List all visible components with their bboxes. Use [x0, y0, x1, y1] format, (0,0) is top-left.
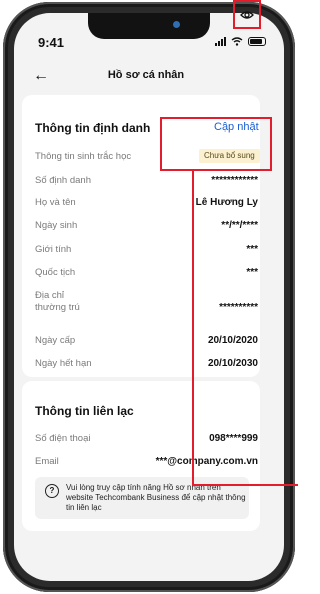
status-icons [215, 36, 266, 46]
device-notch [88, 13, 210, 39]
gender-value: *** [246, 244, 258, 255]
full-name-value: Lê Hương Ly [195, 197, 258, 208]
id-number-label: Số định danh [35, 175, 91, 186]
help-circle-icon: ? [45, 484, 59, 498]
top-app-bar: ← Hồ sơ cá nhân [11, 62, 281, 92]
biometric-status-badge: Chưa bổ sung [199, 149, 260, 163]
camera-dot [173, 21, 180, 28]
biometric-label: Thông tin sinh trắc học [35, 151, 132, 162]
address-label: Địa chỉ thường trú [35, 290, 80, 313]
wifi-icon [231, 36, 243, 46]
annotation-line-vertical [192, 171, 194, 484]
annotation-line-horizontal [192, 484, 298, 486]
expiry-date-value: 20/10/2030 [207, 358, 258, 369]
dob-value: **/**/**** [221, 220, 258, 231]
identity-title: Thông tin định danh [35, 121, 151, 135]
expiry-date-label: Ngày hết hạn [35, 358, 92, 369]
issue-date-label: Ngày cấp [35, 335, 76, 346]
status-time: 9:41 [38, 35, 65, 50]
page-title: Hồ sơ cá nhân [107, 69, 185, 81]
contact-title: Thông tin liên lạc [35, 404, 134, 418]
phone-label: Số điện thoại [35, 433, 91, 444]
phone-value: 098****999 [209, 433, 258, 444]
gender-label: Giới tính [35, 244, 72, 255]
email-label: Email [35, 456, 59, 467]
nationality-label: Quốc tịch [35, 267, 76, 278]
eye-icon [240, 10, 254, 19]
issue-date-value: 20/10/2020 [207, 335, 258, 346]
full-name-label: Họ và tên [35, 197, 76, 208]
eye-toggle-button[interactable] [233, 0, 261, 29]
email-value: ***@company.com.vn [155, 456, 258, 467]
info-note-text: Vui lòng truy cập tính năng Hồ sơ nhân t… [66, 483, 246, 512]
address-value: ********** [219, 302, 258, 313]
signal-icon [215, 36, 226, 46]
id-number-value: ************ [211, 175, 258, 186]
dob-label: Ngày sinh [35, 220, 78, 231]
battery-icon [248, 36, 266, 46]
nationality-value: *** [246, 267, 258, 278]
